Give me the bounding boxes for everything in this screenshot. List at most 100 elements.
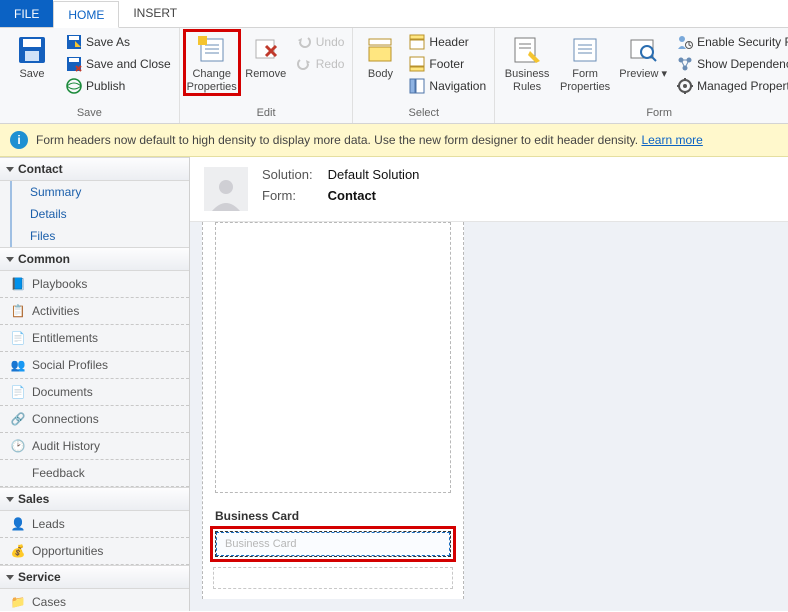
expand-icon — [6, 497, 14, 502]
publish-button[interactable]: Publish — [64, 76, 173, 96]
undo-button[interactable]: Undo — [294, 32, 347, 52]
dropdown-caret-icon: ▾ — [661, 68, 667, 80]
ribbon: Save Save As Save and Close Publish Save — [0, 28, 788, 124]
social-icon: 👥 — [10, 357, 26, 373]
navigation-button[interactable]: Navigation — [407, 76, 488, 96]
sidebar-item-entitlements[interactable]: 📄Entitlements — [0, 325, 189, 352]
group-save: Save Save As Save and Close Publish Save — [0, 28, 180, 123]
opportunities-icon: 💰 — [10, 543, 26, 559]
audit-icon: 🕑 — [10, 438, 26, 454]
save-icon — [16, 34, 48, 66]
documents-icon: 📄 — [10, 384, 26, 400]
sidebar-item-opportunities[interactable]: 💰Opportunities — [0, 538, 189, 565]
business-rules-button[interactable]: Business Rules — [501, 32, 553, 93]
sidebar-group-contact[interactable]: Contact — [0, 157, 189, 181]
entity-avatar — [204, 167, 248, 211]
publish-icon — [66, 78, 82, 94]
solution-label: Solution: — [262, 167, 324, 182]
solution-value: Default Solution — [328, 167, 420, 182]
sidebar-item-feedback[interactable]: Feedback — [0, 460, 189, 487]
dependencies-icon — [677, 56, 693, 72]
sidebar-item-summary[interactable]: Summary — [10, 181, 189, 203]
remove-button[interactable]: Remove — [244, 32, 288, 81]
footer-button[interactable]: Footer — [407, 54, 488, 74]
entitlements-icon: 📄 — [10, 330, 26, 346]
sidebar: Contact Summary Details Files Common 📘Pl… — [0, 157, 190, 611]
form-column[interactable]: Business Card Business Card — [202, 222, 464, 599]
business-rules-icon — [511, 34, 543, 66]
group-select: Body Header Footer Navigation Select — [353, 28, 495, 123]
learn-more-link[interactable]: Learn more — [641, 133, 702, 147]
sidebar-item-activities[interactable]: 📋Activities — [0, 298, 189, 325]
empty-field-slot[interactable] — [213, 567, 453, 589]
sidebar-item-audit-history[interactable]: 🕑Audit History — [0, 433, 189, 460]
info-icon: i — [10, 131, 28, 149]
save-close-icon — [66, 56, 82, 72]
redo-button[interactable]: Redo — [294, 54, 347, 74]
tab-file[interactable]: FILE — [0, 0, 53, 27]
tab-home[interactable]: HOME — [53, 1, 119, 28]
enable-security-roles-button[interactable]: Enable Security Roles — [675, 32, 788, 52]
field-business-card[interactable]: Business Card — [216, 532, 450, 556]
form-header: Solution: Default Solution Form: Contact — [190, 157, 788, 222]
info-text: Form headers now default to high density… — [36, 133, 703, 147]
change-properties-button[interactable]: Change Properties — [186, 32, 238, 93]
footer-icon — [409, 56, 425, 72]
sidebar-item-files[interactable]: Files — [10, 225, 189, 247]
sidebar-item-documents[interactable]: 📄Documents — [0, 379, 189, 406]
expand-icon — [6, 167, 14, 172]
undo-icon — [296, 34, 312, 50]
section-title-business-card: Business Card — [215, 509, 451, 523]
selected-field-highlight: Business Card — [213, 529, 453, 559]
form-properties-icon — [569, 34, 601, 66]
group-edit: Change Properties Remove Undo Redo Edit — [180, 28, 354, 123]
info-bar: i Form headers now default to high densi… — [0, 124, 788, 157]
group-label-save: Save — [6, 105, 173, 121]
group-form: Business Rules Form Properties Preview ▾… — [495, 28, 788, 123]
workspace: Contact Summary Details Files Common 📘Pl… — [0, 157, 788, 611]
save-button[interactable]: Save — [6, 32, 58, 81]
sidebar-item-social-profiles[interactable]: 👥Social Profiles — [0, 352, 189, 379]
preview-icon — [627, 34, 659, 66]
tab-insert[interactable]: INSERT — [119, 0, 191, 27]
sidebar-item-details[interactable]: Details — [10, 203, 189, 225]
body-icon — [364, 34, 396, 66]
feedback-icon — [10, 465, 26, 481]
leads-icon: 👤 — [10, 516, 26, 532]
playbooks-icon: 📘 — [10, 276, 26, 292]
form-label: Form: — [262, 188, 324, 203]
save-and-close-button[interactable]: Save and Close — [64, 54, 173, 74]
form-canvas[interactable]: Business Card Business Card — [190, 222, 788, 611]
navigation-icon — [409, 78, 425, 94]
sidebar-group-service[interactable]: Service — [0, 565, 189, 589]
sidebar-item-playbooks[interactable]: 📘Playbooks — [0, 271, 189, 298]
expand-icon — [6, 575, 14, 580]
main-area: Solution: Default Solution Form: Contact… — [190, 157, 788, 611]
group-label-select: Select — [359, 105, 488, 121]
ribbon-tabs: FILE HOME INSERT — [0, 0, 788, 28]
empty-section[interactable] — [215, 222, 451, 493]
group-label-form: Form — [501, 105, 788, 121]
header-button[interactable]: Header — [407, 32, 488, 52]
security-icon — [677, 34, 693, 50]
sidebar-item-leads[interactable]: 👤Leads — [0, 511, 189, 538]
sidebar-group-common[interactable]: Common — [0, 247, 189, 271]
save-as-icon — [66, 34, 82, 50]
remove-icon — [250, 34, 282, 66]
save-as-button[interactable]: Save As — [64, 32, 173, 52]
sidebar-item-cases[interactable]: 📁Cases — [0, 589, 189, 611]
managed-icon — [677, 78, 693, 94]
sidebar-group-sales[interactable]: Sales — [0, 487, 189, 511]
header-icon — [409, 34, 425, 50]
managed-properties-button[interactable]: Managed Properties — [675, 76, 788, 96]
preview-button[interactable]: Preview ▾ — [617, 32, 669, 81]
cases-icon: 📁 — [10, 594, 26, 610]
form-value: Contact — [328, 188, 376, 203]
expand-icon — [6, 257, 14, 262]
form-properties-button[interactable]: Form Properties — [559, 32, 611, 93]
activities-icon: 📋 — [10, 303, 26, 319]
show-dependencies-button[interactable]: Show Dependencies — [675, 54, 788, 74]
sidebar-item-connections[interactable]: 🔗Connections — [0, 406, 189, 433]
body-button[interactable]: Body — [359, 32, 401, 81]
group-label-edit: Edit — [186, 105, 347, 121]
